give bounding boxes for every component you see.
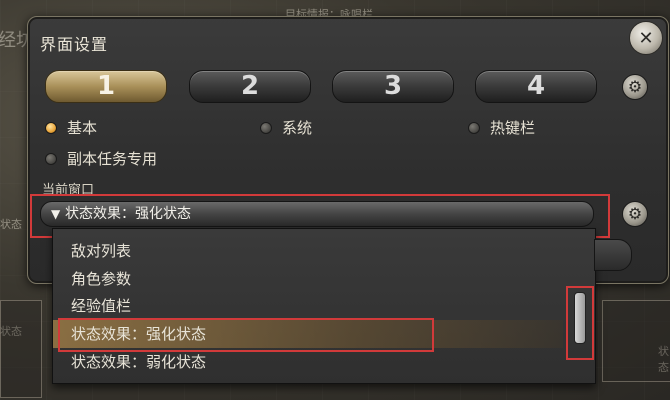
radio-icon <box>45 152 57 165</box>
close-icon[interactable]: ✕ <box>629 21 663 55</box>
background-panel <box>602 300 670 382</box>
radio-hotbar[interactable]: 热键栏 <box>468 117 535 138</box>
radio-hotbar-label: 热键栏 <box>490 119 536 137</box>
tab-2[interactable]: 2 <box>189 70 311 103</box>
list-item[interactable]: 状态效果：弱化状态 <box>53 348 563 376</box>
radio-duty-label: 副本任务专用 <box>67 150 158 168</box>
list-item[interactable]: 经验值栏 <box>53 292 563 320</box>
radio-basic[interactable]: 基本 <box>45 117 97 138</box>
window-edge-panel <box>594 239 632 271</box>
radio-system[interactable]: 系统 <box>260 117 312 138</box>
window-title: 界面设置 <box>40 35 109 54</box>
background-hud-text: 状态 <box>0 218 22 231</box>
radio-system-label: 系统 <box>282 119 313 137</box>
highlight-box-scrollbar <box>566 286 594 360</box>
radio-icon <box>260 121 272 134</box>
background-panel <box>0 300 42 398</box>
radio-basic-label: 基本 <box>67 119 98 137</box>
tab-4[interactable]: 4 <box>475 70 597 103</box>
tab-3[interactable]: 3 <box>332 70 454 103</box>
gear-icon[interactable]: ⚙ <box>622 74 648 100</box>
window-select-list: 敌对列表 角色参数 经验值栏 状态效果：强化状态 状态效果：弱化状态 <box>52 228 596 384</box>
tab-1[interactable]: 1 <box>45 70 167 103</box>
list-item[interactable]: 角色参数 <box>53 265 563 293</box>
radio-selected-icon <box>45 121 57 134</box>
radio-icon <box>468 121 480 134</box>
highlight-box-selected-item <box>58 318 434 352</box>
radio-duty[interactable]: 副本任务专用 <box>45 148 157 169</box>
list-item[interactable]: 敌对列表 <box>53 237 563 265</box>
gear-icon[interactable]: ⚙ <box>622 201 648 227</box>
